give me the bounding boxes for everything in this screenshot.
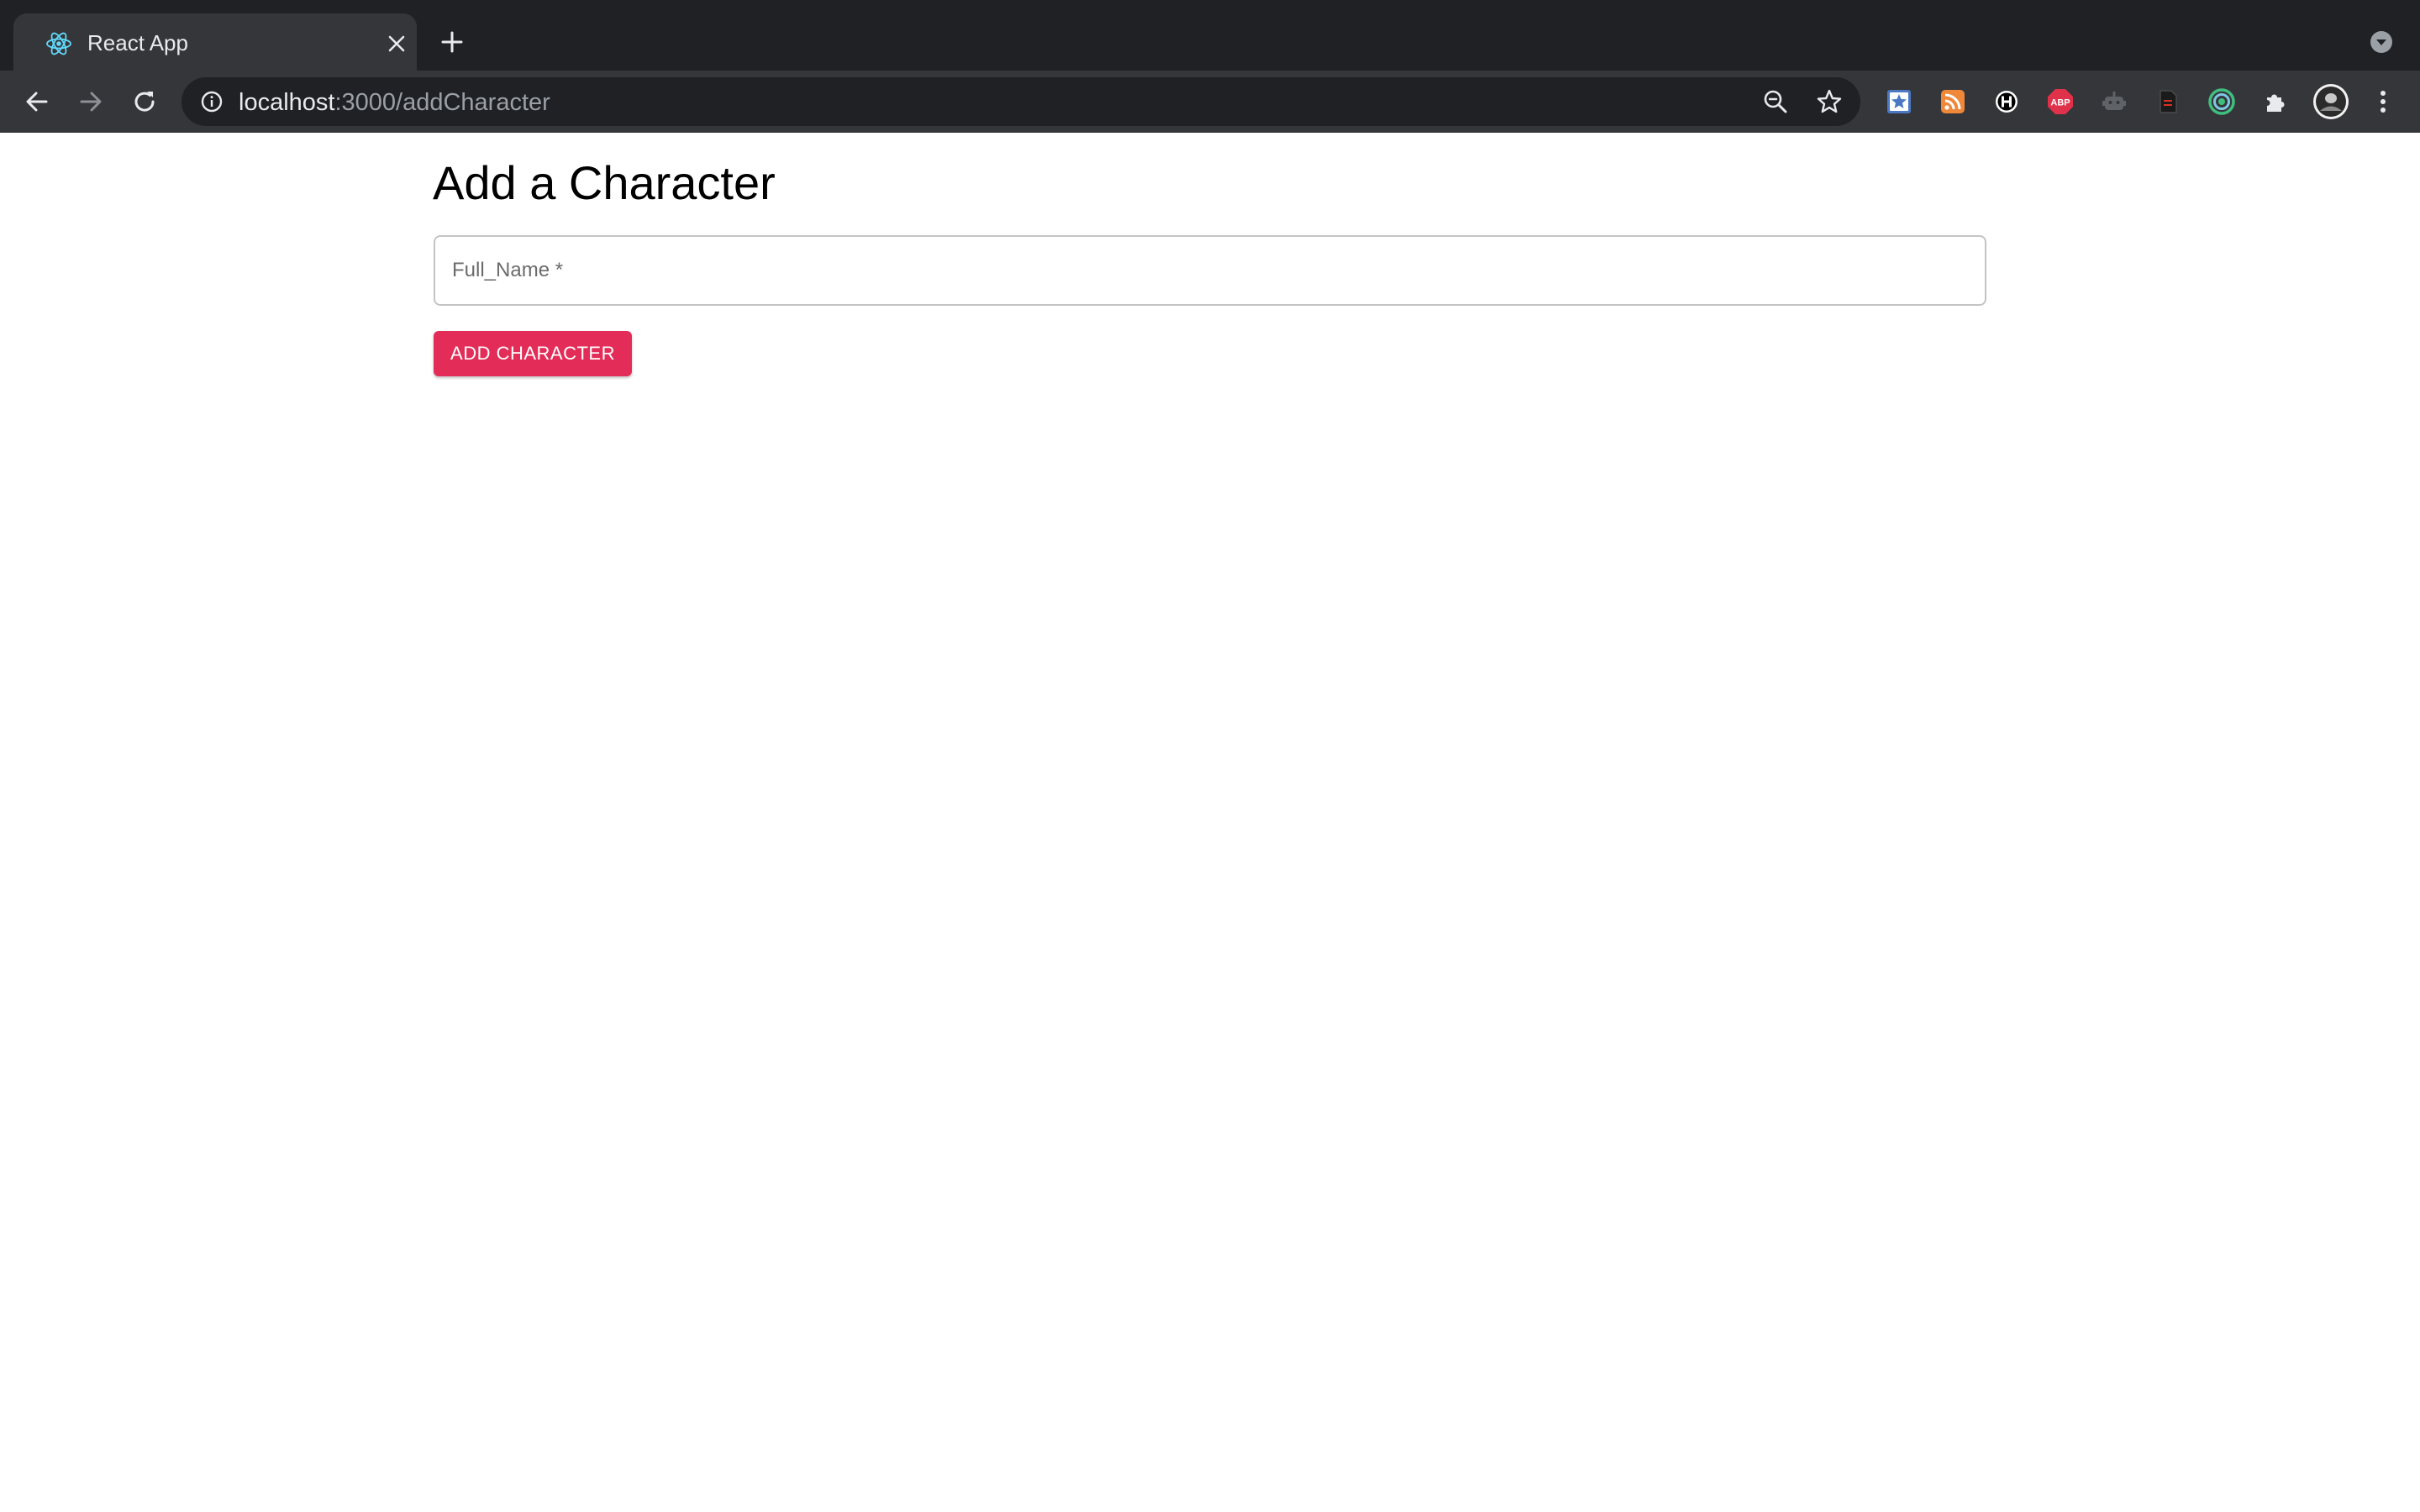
kebab-menu-icon[interactable]: [2366, 85, 2400, 118]
page-title: Add a Character: [433, 156, 776, 209]
full-name-input[interactable]: [435, 237, 1985, 304]
add-character-button[interactable]: ADD CHARACTER: [434, 331, 632, 376]
bookmark-star-extension-icon[interactable]: [1884, 87, 1914, 117]
address-bar[interactable]: localhost:3000/addCharacter: [182, 77, 1860, 126]
tab-search-chevron-down-icon[interactable]: [2368, 29, 2395, 55]
tab-title: React App: [87, 30, 188, 55]
close-icon[interactable]: [383, 30, 410, 57]
zoom-magnifier-icon[interactable]: [1761, 87, 1790, 116]
forward-arrow-icon[interactable]: [74, 85, 108, 118]
rss-extension-icon[interactable]: [1938, 87, 1968, 117]
address-url: localhost:3000/addCharacter: [239, 88, 550, 117]
adblock-plus-extension-icon[interactable]: ABP: [2045, 87, 2075, 117]
robot-extension-icon[interactable]: [2099, 87, 2129, 117]
reload-icon[interactable]: [128, 85, 161, 118]
target-extension-icon[interactable]: [2207, 87, 2237, 117]
profile-avatar[interactable]: [2312, 83, 2349, 120]
h-extension-icon[interactable]: [1991, 87, 2022, 117]
browser-toolbar: localhost:3000/addCharacter ABP: [0, 71, 2420, 133]
browser-tabstrip: React App: [0, 0, 2420, 71]
new-tab-plus-icon[interactable]: [437, 27, 467, 57]
url-path: :3000/addCharacter: [334, 89, 550, 116]
tab-react-app[interactable]: React App: [13, 13, 417, 71]
document-extension-icon[interactable]: [2153, 87, 2183, 117]
full-name-field[interactable]: Full_Name *: [434, 235, 1986, 306]
react-logo-icon: [45, 30, 72, 57]
svg-text:ABP: ABP: [2050, 98, 2070, 108]
bookmark-star-icon[interactable]: [1815, 87, 1844, 116]
puzzle-extensions-icon[interactable]: [2260, 87, 2291, 117]
url-host: localhost: [239, 89, 335, 116]
site-info-icon[interactable]: [198, 88, 225, 115]
back-arrow-icon[interactable]: [20, 85, 54, 118]
